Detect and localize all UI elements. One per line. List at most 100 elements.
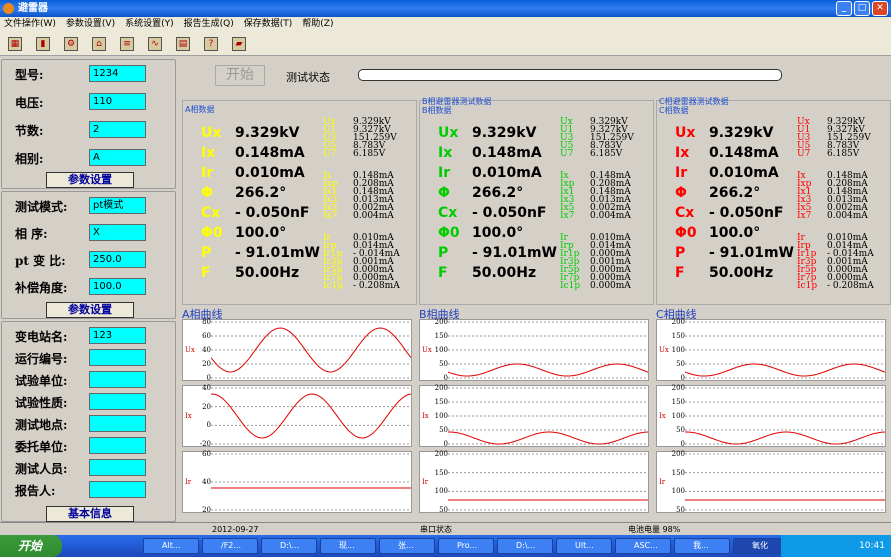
field-value-input[interactable] <box>89 415 146 432</box>
list-value: 0.004mA <box>827 211 868 221</box>
field-value-input[interactable]: 100.0 <box>89 278 146 295</box>
field-value-input[interactable] <box>89 481 146 498</box>
list-key: Ic1p <box>323 281 344 291</box>
menu-help[interactable]: 帮助(Z) <box>302 17 333 32</box>
plot-tick-label: -20 <box>199 440 211 448</box>
big-value: - 0.050nF <box>235 205 310 221</box>
curve-plot: Ir 60 40 20 <box>182 450 412 514</box>
menu-file[interactable]: 文件操作(W) <box>4 17 56 32</box>
big-value-key: F <box>675 265 685 281</box>
big-value-key: Ir <box>438 165 451 181</box>
chart-icon[interactable]: ≡ <box>120 37 134 51</box>
field-value-input[interactable] <box>89 393 146 410</box>
list-key: Ic1p <box>560 281 581 291</box>
plot-tick-label: 50 <box>439 426 448 434</box>
field-value-input[interactable] <box>89 349 146 366</box>
plot-tick-label: 40 <box>202 384 211 392</box>
big-value: 9.329kV <box>472 125 537 141</box>
field-value-input[interactable]: X <box>89 224 146 241</box>
taskbar-item[interactable]: 我... <box>674 538 730 554</box>
settings-icon[interactable]: ⚙ <box>64 37 78 51</box>
field-value-input[interactable]: 110 <box>89 93 146 110</box>
basic-info-button[interactable]: 基本信息 <box>46 506 134 522</box>
field-value-input[interactable]: 123 <box>89 327 146 344</box>
plot-tick-label: 50 <box>439 506 448 514</box>
big-value: - 0.050nF <box>709 205 784 221</box>
close-button[interactable]: ✕ <box>872 1 888 16</box>
big-value: 50.00Hz <box>235 265 300 281</box>
panel-title: C相数据 <box>659 106 689 115</box>
window-title: 避雷器 <box>18 3 48 14</box>
plot-tick-label: 100 <box>434 487 448 496</box>
menu-save[interactable]: 保存数据(T) <box>244 17 293 32</box>
toolbar: ▦ ▮ ⚙ ⌂ ≡ ∿ ▤ ? ▰ <box>0 32 891 56</box>
plot-tick-label: 150 <box>434 468 448 477</box>
grid-icon[interactable]: ▦ <box>8 37 22 51</box>
curve-plot: Ix 200 150 100 50 0 <box>419 384 649 448</box>
graph-icon[interactable]: ∿ <box>148 37 162 51</box>
taskbar-item[interactable]: Ult... <box>556 538 612 554</box>
taskbar-item[interactable]: ASC... <box>615 538 671 554</box>
taskbar-item[interactable]: 张... <box>379 538 435 554</box>
big-value-key: Cx <box>438 205 458 221</box>
title-bar: 避雷器 _ □ ✕ <box>0 0 891 17</box>
plot-axis-label: Ir <box>185 478 192 486</box>
field-label: 电压: <box>15 96 44 110</box>
param-settings-button-2[interactable]: 参数设置 <box>46 302 134 318</box>
main-panel: 开始 测试状态 A相数据 Ux 9.329kV Ix 0.148mA Ir 0.010mA Φ… <box>178 57 891 522</box>
plot-tick-label: 60 <box>202 450 211 458</box>
big-value-key: Ix <box>201 145 216 161</box>
calendar-icon[interactable]: ▤ <box>176 37 190 51</box>
maximize-button[interactable]: □ <box>854 1 870 16</box>
panel-title: A相数据 <box>185 105 215 114</box>
list-value: 0.004mA <box>590 211 631 221</box>
door-icon[interactable]: ▮ <box>36 37 50 51</box>
taskbar-item[interactable]: Alt... <box>143 538 199 554</box>
plot-axis-label: Ux <box>659 346 669 354</box>
big-value: 100.0° <box>709 225 761 241</box>
field-value-input[interactable]: pt模式 <box>89 197 146 214</box>
plot-tick-label: 200 <box>434 318 448 326</box>
big-value-key: Cx <box>675 205 695 221</box>
param-settings-button-1[interactable]: 参数设置 <box>46 172 134 188</box>
plot-tick-label: 0 <box>443 374 448 382</box>
menu-params[interactable]: 参数设置(V) <box>66 17 115 32</box>
taskbar-item[interactable]: D:\... <box>261 538 317 554</box>
curve-line <box>448 431 648 445</box>
minimize-button[interactable]: _ <box>836 1 852 16</box>
plot-tick-label: 150 <box>671 398 685 406</box>
taskbar-item[interactable]: D:\... <box>497 538 553 554</box>
start-button[interactable]: 开始 <box>215 65 265 86</box>
start-menu-button[interactable]: 开始 <box>0 535 62 557</box>
field-value-input[interactable]: A <box>89 149 146 166</box>
plot-tick-label: 50 <box>676 426 685 434</box>
curve-plot: Ux 200 150 100 50 0 <box>419 318 649 382</box>
palette-icon[interactable]: ▰ <box>232 37 246 51</box>
taskbar: 开始 Alt.../F2... D:\... 现... 张... Pro... D:\..… <box>0 535 891 557</box>
plot-tick-label: 20 <box>202 360 211 368</box>
tool-icon[interactable]: ⌂ <box>92 37 106 51</box>
curve-plot: Ux 80 60 40 20 0 <box>182 318 412 382</box>
menu-report[interactable]: 报告生成(Q) <box>184 17 234 32</box>
plot-tick-label: 100 <box>671 487 685 496</box>
field-value-input[interactable] <box>89 437 146 454</box>
menu-system[interactable]: 系统设置(Y) <box>125 17 174 32</box>
field-value-input[interactable]: 2 <box>89 121 146 138</box>
field-value-input[interactable]: 1234 <box>89 65 146 82</box>
taskbar-item[interactable]: /F2... <box>202 538 258 554</box>
field-value-input[interactable] <box>89 459 146 476</box>
field-value-input[interactable]: 250.0 <box>89 251 146 268</box>
plot-tick-label: 150 <box>434 332 448 340</box>
field-label: 测试地点: <box>15 418 68 432</box>
taskbar-item[interactable]: 现... <box>320 538 376 554</box>
curve-plot: Ix 40 20 0 -20 <box>182 384 412 448</box>
help-icon[interactable]: ? <box>204 37 218 51</box>
plot-tick-label: 200 <box>434 450 448 458</box>
list-value: 6.185V <box>827 149 860 159</box>
big-value: 0.148mA <box>472 145 542 161</box>
taskbar-item[interactable]: Pro... <box>438 538 494 554</box>
field-label: 相 序: <box>15 227 48 241</box>
curve-svg <box>448 453 648 511</box>
field-value-input[interactable] <box>89 371 146 388</box>
plot-tick-label: 50 <box>439 360 448 368</box>
